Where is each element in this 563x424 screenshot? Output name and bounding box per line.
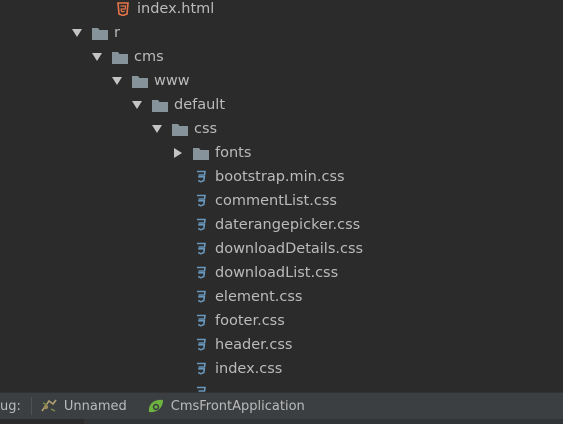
css-file-icon: [193, 337, 209, 353]
tree-row-label: cms: [134, 49, 164, 65]
tree-row-label: index.css: [215, 361, 283, 377]
tree-row-label: index.html: [137, 1, 215, 17]
chevron-down-icon[interactable]: [112, 76, 122, 86]
tree-row-css-file[interactable]: element.css: [0, 285, 563, 309]
tree-row-css-file-partial[interactable]: [0, 381, 563, 392]
chevron-right-icon[interactable]: [173, 148, 183, 158]
tree-row-css-file[interactable]: downloadDetails.css: [0, 237, 563, 261]
tree-row-css-file[interactable]: downloadList.css: [0, 261, 563, 285]
tree-row-label: www: [154, 73, 190, 89]
tree-row-folder-r[interactable]: r: [0, 21, 563, 45]
spring-boot-icon: [147, 398, 165, 414]
tree-row-label: r: [114, 25, 120, 41]
tree-row-css-file[interactable]: header.css: [0, 333, 563, 357]
tree-row-css-file[interactable]: daterangepicker.css: [0, 213, 563, 237]
debug-prefix-label: ug:: [0, 398, 21, 414]
tree-row-label: default: [174, 97, 226, 113]
chevron-down-icon[interactable]: [92, 52, 102, 62]
tree-row-label: fonts: [215, 145, 252, 161]
tree-row-label: downloadDetails.css: [215, 241, 364, 257]
active-tab-indicator: [0, 419, 84, 424]
bug-config-icon: [40, 399, 58, 413]
tree-row-css-file[interactable]: footer.css: [0, 309, 563, 333]
css-file-icon: [193, 313, 209, 329]
tree-row-folder-www[interactable]: www: [0, 69, 563, 93]
tree-row-label: css: [194, 121, 218, 137]
debug-session-tab-cmsfrontapplication[interactable]: CmsFrontApplication: [147, 398, 305, 414]
project-tree: index.html r cms www default css fonts b…: [0, 0, 563, 392]
session-label: Unnamed: [63, 398, 127, 414]
tree-row-folder-cms[interactable]: cms: [0, 45, 563, 69]
tree-row-label: daterangepicker.css: [215, 217, 361, 233]
chevron-down-icon[interactable]: [72, 28, 82, 38]
tree-row-label: header.css: [215, 337, 293, 353]
css-file-icon: [193, 265, 209, 281]
css-file-icon: [193, 217, 209, 233]
tree-row-label: footer.css: [215, 313, 285, 329]
session-label: CmsFrontApplication: [170, 398, 305, 414]
css-file-icon: [193, 361, 209, 377]
tree-row-css-file[interactable]: index.css: [0, 357, 563, 381]
chevron-down-icon[interactable]: [152, 124, 162, 134]
chevron-down-icon[interactable]: [132, 100, 142, 110]
tab-strip: [0, 419, 563, 424]
css-file-icon: [193, 241, 209, 257]
html-file-icon: [115, 1, 131, 17]
folder-icon: [172, 121, 188, 137]
folder-icon: [152, 97, 168, 113]
debug-session-tab-unnamed[interactable]: Unnamed: [40, 399, 127, 414]
tree-row-folder-css[interactable]: css: [0, 117, 563, 141]
css-file-icon: [193, 169, 209, 185]
folder-icon: [132, 73, 148, 89]
tree-row-css-file[interactable]: bootstrap.min.css: [0, 165, 563, 189]
folder-icon: [193, 145, 209, 161]
tree-row-label: bootstrap.min.css: [215, 169, 345, 185]
tree-row-label: element.css: [215, 289, 303, 305]
debug-toolbar: ug: Unnamed CmsFrontApplication: [0, 392, 563, 419]
tree-row-label: downloadList.css: [215, 265, 339, 281]
tree-row-label: commentList.css: [215, 193, 337, 209]
css-file-icon: [193, 289, 209, 305]
tree-row-index-html[interactable]: index.html: [0, 0, 563, 21]
tree-row-folder-default[interactable]: default: [0, 93, 563, 117]
folder-icon: [92, 25, 108, 41]
tree-row-css-file[interactable]: commentList.css: [0, 189, 563, 213]
css-file-icon: [193, 193, 209, 209]
divider: [30, 397, 32, 415]
tree-row-folder-fonts[interactable]: fonts: [0, 141, 563, 165]
folder-icon: [112, 49, 128, 65]
css-file-icon: [193, 385, 209, 392]
